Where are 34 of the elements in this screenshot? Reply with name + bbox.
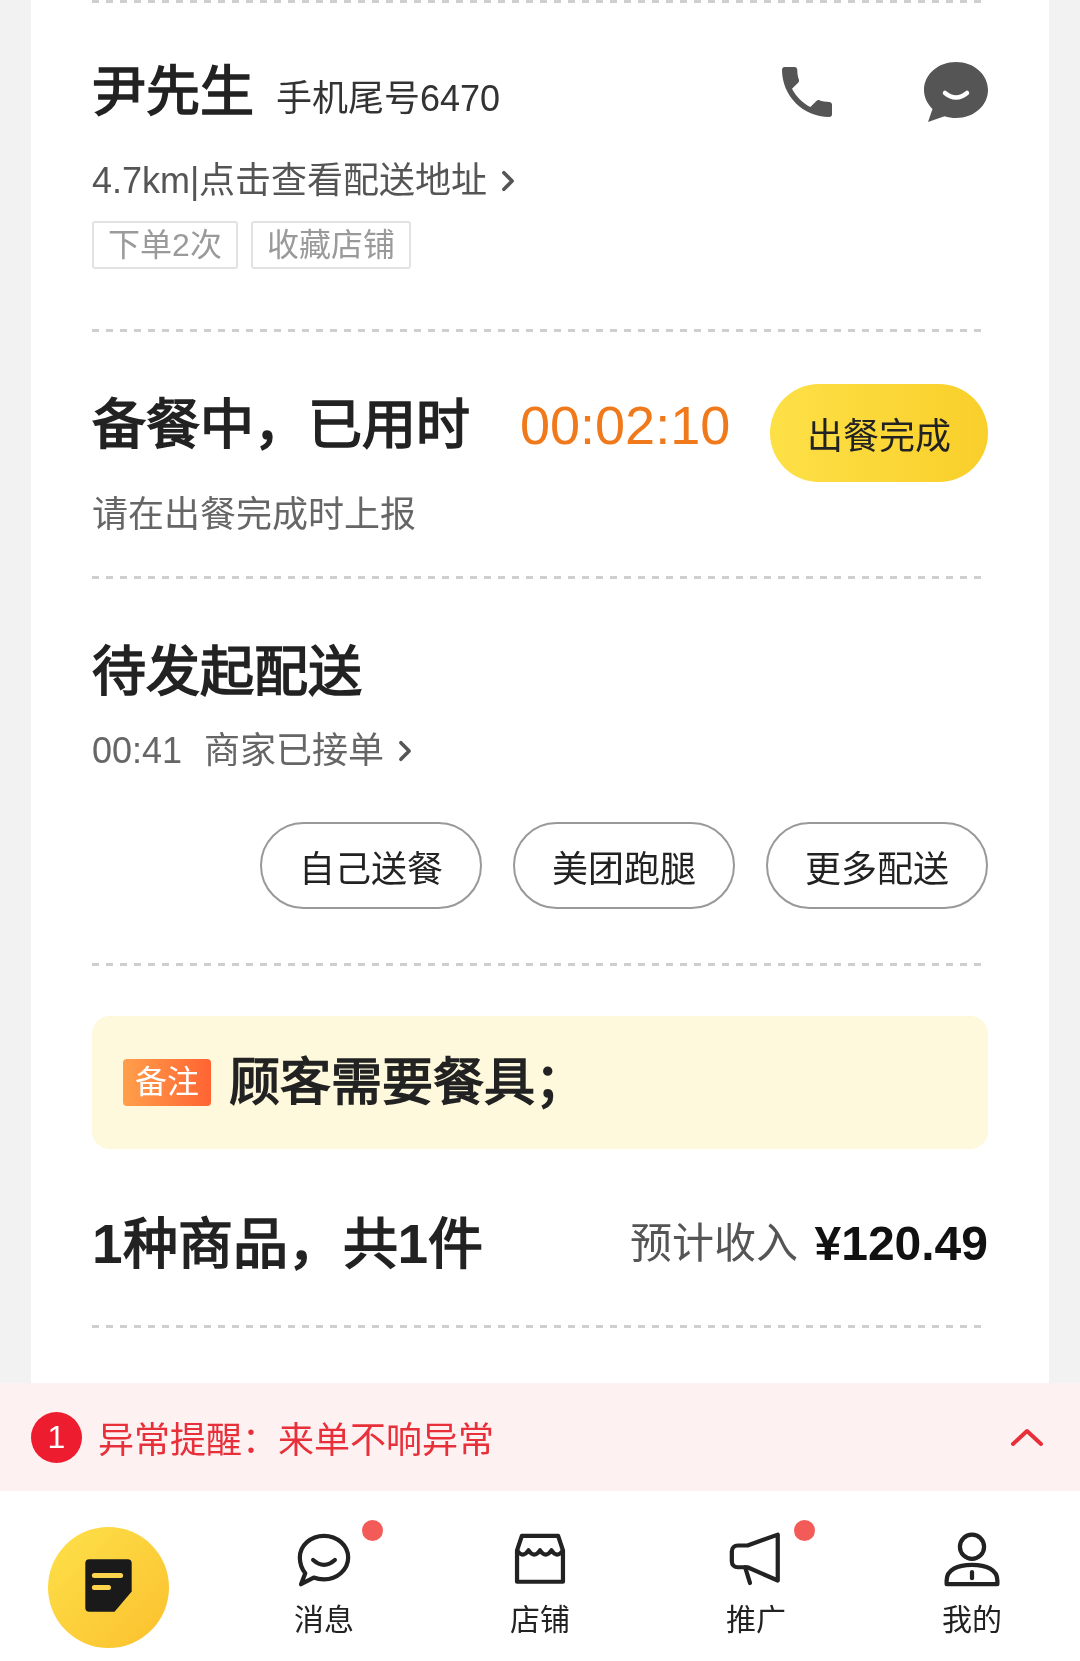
customer-tag: 下单2次 bbox=[92, 221, 238, 269]
alert-bar[interactable]: 1 异常提醒：来单不响异常 bbox=[0, 1383, 1080, 1491]
alert-count-badge: 1 bbox=[31, 1411, 82, 1463]
item-count-text: 1种商品，共1件 bbox=[92, 1214, 484, 1274]
prep-status-title: 备餐中，已用时 bbox=[92, 395, 470, 455]
tab-item[interactable]: 我的 bbox=[864, 1491, 1080, 1661]
chevron-up-icon[interactable] bbox=[1009, 1426, 1045, 1448]
delivery-option-button[interactable]: 自己送餐 bbox=[260, 822, 482, 909]
address-link[interactable]: 4.7km|点击查看配送地址 bbox=[92, 160, 516, 202]
delivery-status-title: 待发起配送 bbox=[92, 642, 363, 702]
alert-text: 异常提醒：来单不响异常 bbox=[98, 1419, 494, 1463]
chat-bubble-icon bbox=[295, 1531, 353, 1589]
delivery-option-button[interactable]: 美团跑腿 bbox=[513, 822, 735, 909]
phone-tail-text: 手机尾号6470 bbox=[276, 78, 501, 120]
elapsed-timer: 00:02:10 bbox=[520, 395, 731, 455]
accept-time: 00:41 bbox=[92, 730, 183, 772]
chevron-right-icon bbox=[501, 170, 516, 192]
income-label: 预计收入 bbox=[630, 1220, 799, 1268]
tab-item[interactable]: 消息 bbox=[216, 1491, 432, 1661]
remark-text: 顾客需要餐具； bbox=[229, 1052, 586, 1113]
order-status-link[interactable]: 商家已接单 bbox=[204, 730, 413, 772]
income-amount: ¥120.49 bbox=[814, 1217, 988, 1271]
tab-item[interactable]: 推广 bbox=[648, 1491, 864, 1661]
prep-hint-text: 请在出餐完成时上报 bbox=[92, 494, 417, 536]
tab-item[interactable]: 店铺 bbox=[432, 1491, 648, 1661]
customer-tag: 收藏店铺 bbox=[250, 221, 411, 269]
chevron-right-icon bbox=[398, 740, 413, 762]
customer-name: 尹先生 bbox=[92, 61, 254, 124]
person-icon bbox=[943, 1531, 1001, 1589]
remark-tag: 备注 bbox=[123, 1059, 211, 1106]
delivery-option-button[interactable]: 更多配送 bbox=[766, 822, 988, 909]
meal-ready-button[interactable]: 出餐完成 bbox=[770, 384, 988, 482]
document-icon bbox=[47, 1527, 169, 1648]
chat-icon[interactable] bbox=[924, 62, 988, 122]
